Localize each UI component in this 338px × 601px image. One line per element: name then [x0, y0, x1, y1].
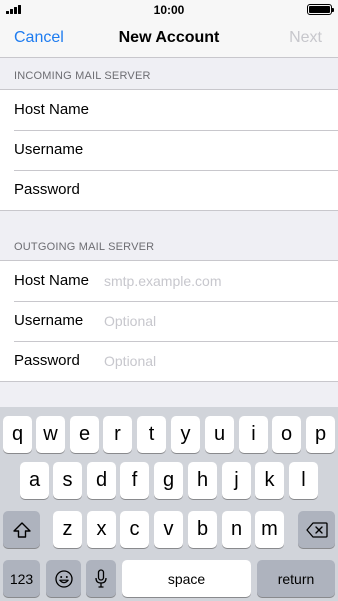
key-z[interactable]: z — [53, 511, 82, 548]
key-i[interactable]: i — [239, 416, 268, 453]
status-time: 10:00 — [153, 3, 185, 17]
backspace-icon — [305, 521, 328, 538]
outgoing-password-row[interactable]: Password Optional — [0, 341, 338, 381]
key-o[interactable]: o — [272, 416, 301, 453]
incoming-password-row[interactable]: Password — [0, 170, 338, 210]
incoming-host-name-row[interactable]: Host Name — [0, 90, 338, 130]
key-c[interactable]: c — [120, 511, 149, 548]
incoming-section-header: INCOMING MAIL SERVER — [14, 70, 151, 82]
navigation-bar: Cancel New Account Next — [0, 20, 338, 58]
shift-icon — [12, 521, 31, 538]
key-j[interactable]: j — [222, 462, 251, 499]
key-x[interactable]: x — [87, 511, 116, 548]
outgoing-password-field[interactable]: Optional — [104, 353, 156, 369]
field-label: Host Name — [14, 101, 90, 118]
key-l[interactable]: l — [289, 462, 318, 499]
emoji-icon — [54, 569, 73, 588]
key-a[interactable]: a — [20, 462, 49, 499]
field-label: Password — [14, 352, 80, 369]
key-y[interactable]: y — [171, 416, 200, 453]
outgoing-host-name-field[interactable]: smtp.example.com — [104, 273, 221, 289]
key-p[interactable]: p — [306, 416, 335, 453]
microphone-key[interactable] — [86, 560, 116, 597]
next-button[interactable]: Next — [289, 29, 322, 47]
key-b[interactable]: b — [188, 511, 217, 548]
page-title: New Account — [118, 29, 220, 46]
emoji-key[interactable] — [46, 560, 81, 597]
key-w[interactable]: w — [36, 416, 65, 453]
outgoing-server-group: Host Name smtp.example.com Username Opti… — [0, 260, 338, 382]
key-d[interactable]: d — [87, 462, 116, 499]
keyboard: q w e r t y u i o p a s d f g h j k l z … — [0, 407, 338, 601]
incoming-username-row[interactable]: Username — [0, 130, 338, 170]
key-q[interactable]: q — [3, 416, 32, 453]
outgoing-username-field[interactable]: Optional — [104, 313, 156, 329]
key-n[interactable]: n — [222, 511, 251, 548]
field-label: Username — [14, 312, 84, 329]
field-label: Username — [14, 141, 84, 158]
incoming-server-group: Host Name Username Password — [0, 89, 338, 211]
battery-icon — [307, 4, 334, 15]
microphone-icon — [94, 568, 108, 589]
key-r[interactable]: r — [103, 416, 132, 453]
key-s[interactable]: s — [53, 462, 82, 499]
outgoing-username-row[interactable]: Username Optional — [0, 301, 338, 341]
space-key[interactable]: space — [122, 560, 251, 597]
field-label: Host Name — [14, 272, 90, 289]
backspace-key[interactable] — [298, 511, 335, 548]
field-label: Password — [14, 181, 80, 198]
outgoing-section-header: OUTGOING MAIL SERVER — [14, 241, 155, 253]
numbers-key[interactable]: 123 — [3, 560, 40, 597]
outgoing-host-name-row[interactable]: Host Name smtp.example.com — [0, 261, 338, 301]
key-f[interactable]: f — [120, 462, 149, 499]
key-t[interactable]: t — [137, 416, 166, 453]
status-bar: 10:00 — [0, 0, 338, 20]
key-g[interactable]: g — [154, 462, 183, 499]
shift-key[interactable] — [3, 511, 40, 548]
key-h[interactable]: h — [188, 462, 217, 499]
key-u[interactable]: u — [205, 416, 234, 453]
key-v[interactable]: v — [154, 511, 183, 548]
key-e[interactable]: e — [70, 416, 99, 453]
return-key[interactable]: return — [257, 560, 335, 597]
key-k[interactable]: k — [255, 462, 284, 499]
key-m[interactable]: m — [255, 511, 284, 548]
